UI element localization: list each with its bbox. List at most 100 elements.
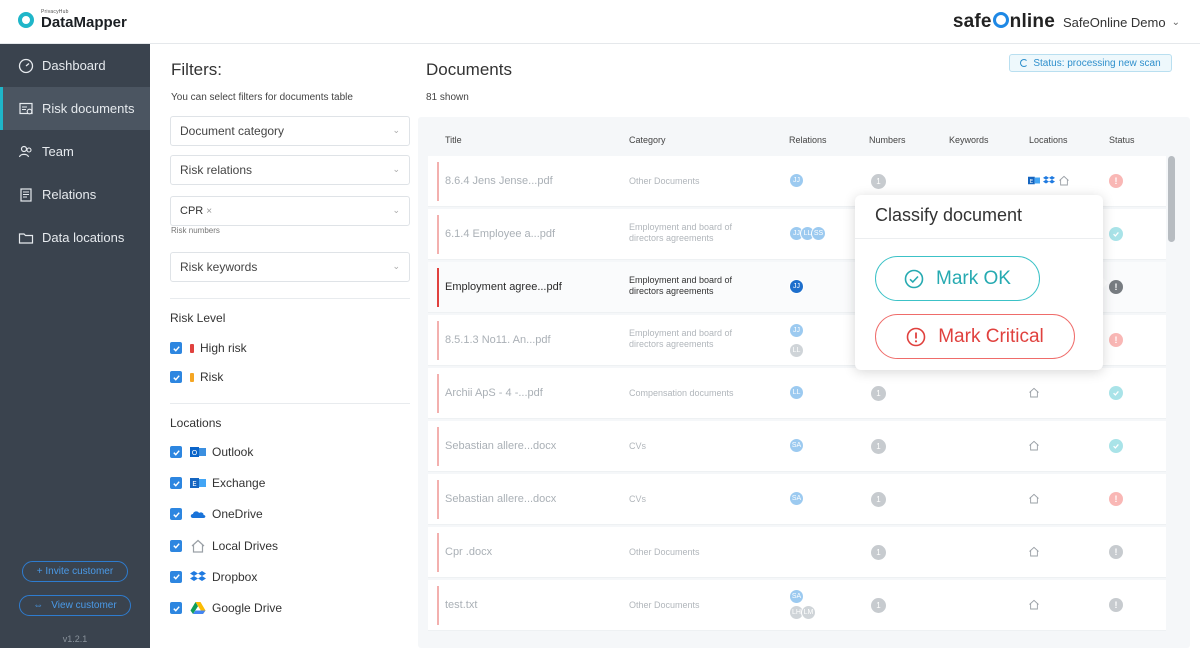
column-header-title[interactable]: Title: [445, 135, 462, 145]
location-option[interactable]: Google Drive: [170, 601, 282, 615]
table-row[interactable]: Sebastian allere...docx CVs SA 1!: [428, 474, 1166, 525]
view-customer-button[interactable]: ⇔ View customer: [19, 595, 131, 616]
status-ok-icon[interactable]: [1109, 227, 1123, 241]
status-unknown-icon[interactable]: !: [1109, 598, 1123, 612]
document-title[interactable]: test.txt: [445, 599, 477, 611]
status-ok-icon[interactable]: [1109, 439, 1123, 453]
svg-text:E: E: [192, 480, 196, 488]
risk-keywords-select[interactable]: Risk keywords ⌄: [170, 252, 410, 282]
app-logo[interactable]: PrivacyHub DataMapper: [18, 10, 127, 30]
column-header-locations[interactable]: Locations: [1029, 135, 1068, 145]
svg-text:E: E: [1030, 179, 1033, 185]
risk-number-badge[interactable]: 1: [871, 439, 886, 454]
risk-relations-select[interactable]: Risk relations ⌄: [170, 155, 410, 185]
invite-customer-button[interactable]: + Invite customer: [22, 561, 128, 582]
status-critical-icon[interactable]: !: [1109, 492, 1123, 506]
relation-avatar[interactable]: JJ: [789, 279, 804, 294]
sidebar-item-team[interactable]: Team: [0, 130, 150, 173]
document-title[interactable]: Archii ApS - 4 -...pdf: [445, 387, 543, 399]
status-ok-icon[interactable]: [1109, 386, 1123, 400]
gauge-icon: [18, 58, 34, 74]
column-header-status[interactable]: Status: [1109, 135, 1135, 145]
mark-ok-button[interactable]: Mark OK: [875, 256, 1040, 301]
checkbox[interactable]: [170, 342, 182, 354]
relation-avatar[interactable]: SS: [811, 226, 826, 241]
checkbox[interactable]: [170, 602, 182, 614]
relation-avatar[interactable]: SA: [789, 589, 804, 604]
column-header-numbers[interactable]: Numbers: [869, 135, 906, 145]
relation-avatar[interactable]: SA: [789, 438, 804, 453]
location-option[interactable]: O Outlook: [170, 445, 253, 459]
table-scrollbar[interactable]: [1168, 156, 1175, 646]
popover-title: Classify document: [875, 205, 1023, 225]
sidebar-item-risk-documents[interactable]: Risk documents: [0, 87, 150, 130]
sidebar: Dashboard Risk documents Team Relations Data…: [0, 44, 150, 648]
risk-level-marker: [190, 343, 194, 353]
document-category: Other Documents: [629, 600, 700, 610]
version-label: v1.2.1: [62, 634, 88, 644]
checkbox[interactable]: [170, 477, 182, 490]
document-title[interactable]: 6.1.4 Employee a...pdf: [445, 228, 555, 240]
sidebar-item-label: Data locations: [42, 230, 125, 245]
table-row[interactable]: test.txt Other Documents SA LH LM 1!: [428, 580, 1166, 631]
table-row[interactable]: Archii ApS - 4 -...pdf Compensation docum…: [428, 368, 1166, 419]
checkbox[interactable]: [170, 508, 182, 521]
chevron-down-icon[interactable]: ⌄: [1172, 17, 1180, 28]
risk-number-badge[interactable]: 1: [871, 492, 886, 507]
status-unknown-icon[interactable]: !: [1109, 280, 1123, 294]
risk-number-badge[interactable]: 1: [871, 545, 886, 560]
column-header-keywords[interactable]: Keywords: [949, 135, 989, 145]
risk-numbers-select[interactable]: CPR × ⌄: [170, 196, 410, 226]
checkbox[interactable]: [170, 371, 182, 383]
risk-level-option[interactable]: Risk: [170, 370, 223, 384]
risk-level-option[interactable]: High risk: [170, 341, 247, 355]
relation-avatar[interactable]: LL: [789, 385, 804, 400]
document-category-select[interactable]: Document category ⌄: [170, 116, 410, 146]
relation-avatar[interactable]: LL: [789, 343, 804, 358]
document-title[interactable]: 8.5.1.3 No11. An...pdf: [445, 334, 551, 346]
document-title[interactable]: 8.6.4 Jens Jense...pdf: [445, 175, 553, 187]
sidebar-item-data-locations[interactable]: Data locations: [0, 216, 150, 259]
location-option[interactable]: OneDrive: [170, 507, 263, 521]
status-critical-icon[interactable]: !: [1109, 333, 1123, 347]
svg-text:O: O: [192, 449, 198, 457]
scroll-thumb[interactable]: [1168, 156, 1175, 242]
relation-avatar[interactable]: LM: [801, 605, 816, 620]
risk-number-badge[interactable]: 1: [871, 386, 886, 401]
document-title[interactable]: Sebastian allere...docx: [445, 493, 556, 505]
exchange-icon: E: [1028, 175, 1040, 186]
column-header-relations[interactable]: Relations: [789, 135, 827, 145]
home-icon: [1028, 387, 1040, 398]
team-icon: [18, 144, 34, 160]
checkbox[interactable]: [170, 446, 182, 458]
status-critical-icon[interactable]: !: [1109, 174, 1123, 188]
location-option[interactable]: Dropbox: [170, 570, 257, 584]
document-title[interactable]: Cpr .docx: [445, 546, 492, 558]
document-title[interactable]: Employment agree...pdf: [445, 281, 562, 293]
relation-avatar[interactable]: JJ: [789, 173, 804, 188]
documents-title: Documents: [426, 60, 512, 79]
relation-avatar[interactable]: JJ: [789, 323, 804, 338]
table-row[interactable]: Cpr .docx Other Documents 1!: [428, 527, 1166, 578]
sidebar-item-label: Risk documents: [42, 101, 135, 116]
risk-number-badge[interactable]: 1: [871, 598, 886, 613]
document-category: Other Documents: [629, 176, 700, 186]
document-title[interactable]: Sebastian allere...docx: [445, 440, 556, 452]
account-name[interactable]: SafeOnline Demo: [1063, 15, 1166, 30]
checkbox[interactable]: [170, 539, 182, 552]
checkbox[interactable]: [170, 570, 182, 583]
document-category: Employment and board of directors agreem…: [629, 222, 733, 243]
mark-critical-button[interactable]: Mark Critical: [875, 314, 1075, 359]
sidebar-item-relations[interactable]: Relations: [0, 173, 150, 216]
location-option[interactable]: E Exchange: [170, 476, 265, 490]
column-header-category[interactable]: Category: [629, 135, 666, 145]
risk-number-badge[interactable]: 1: [871, 174, 886, 189]
location-label: Dropbox: [212, 569, 258, 584]
status-unknown-icon[interactable]: !: [1109, 545, 1123, 559]
relation-avatar[interactable]: SA: [789, 491, 804, 506]
location-option[interactable]: Local Drives: [170, 539, 278, 553]
sidebar-item-dashboard[interactable]: Dashboard: [0, 44, 150, 87]
risk-indicator: [437, 215, 439, 254]
cpr-chip[interactable]: CPR ×: [180, 205, 212, 217]
table-row[interactable]: Sebastian allere...docx CVs SA 1: [428, 421, 1166, 472]
